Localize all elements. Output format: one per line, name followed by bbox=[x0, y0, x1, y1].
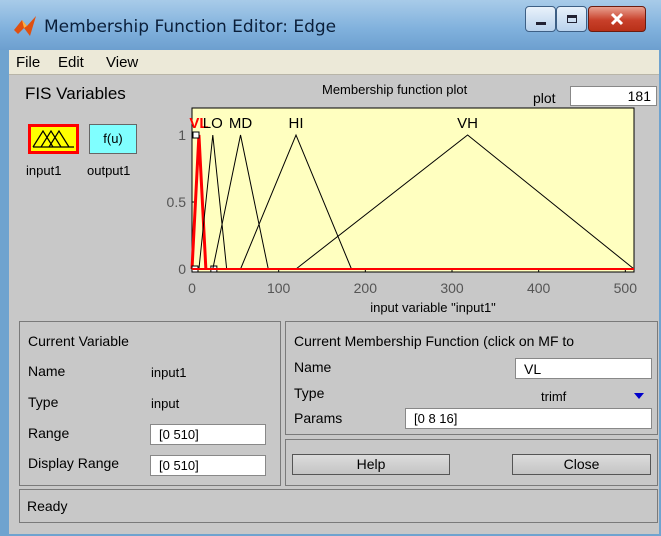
mf-label-lo: LO bbox=[203, 115, 223, 132]
current-variable-title: Current Variable bbox=[28, 333, 129, 349]
window-title: Membership Function Editor: Edge bbox=[44, 17, 337, 37]
x-tick-label: 400 bbox=[527, 280, 551, 296]
variable-type-value: input bbox=[151, 396, 180, 411]
display-range-input[interactable]: [0 510] bbox=[150, 455, 266, 476]
mf-label-hi: HI bbox=[289, 115, 304, 132]
mf-params-input[interactable]: [0 8 16] bbox=[405, 408, 652, 429]
y-tick-label: 1 bbox=[178, 127, 186, 143]
display-range-label: Display Range bbox=[28, 455, 120, 471]
matlab-icon bbox=[14, 16, 36, 36]
x-axis-label: input variable "input1" bbox=[370, 300, 496, 315]
close-icon bbox=[610, 12, 624, 26]
mf-editor-window: Membership Function Editor: Edge File Ed… bbox=[0, 0, 661, 536]
mf-type-label: Type bbox=[294, 385, 325, 401]
current-variable-panel: Current Variable Name input1 Type input … bbox=[19, 321, 281, 486]
help-button[interactable]: Help bbox=[292, 454, 450, 475]
status-bar: Ready bbox=[19, 489, 658, 523]
maximize-button[interactable] bbox=[556, 6, 587, 32]
variable-name-value: input1 bbox=[151, 365, 187, 380]
mf-name-label: Name bbox=[294, 359, 332, 375]
mf-params-label: Params bbox=[294, 410, 343, 426]
client-area: File Edit View FIS Variables f(u) input1… bbox=[9, 50, 659, 534]
close-button[interactable]: Close bbox=[512, 454, 651, 475]
mf-name-input[interactable]: VL bbox=[515, 358, 652, 379]
minimize-button[interactable] bbox=[525, 6, 556, 32]
plot-background bbox=[191, 107, 635, 273]
button-panel: Help Close bbox=[285, 439, 658, 486]
mf-label-vh: VH bbox=[457, 115, 478, 132]
x-tick-label: 100 bbox=[267, 280, 291, 296]
mf-type-value: trimf bbox=[541, 389, 567, 404]
chevron-down-icon bbox=[634, 393, 644, 399]
variable-name-label: Name bbox=[28, 363, 66, 379]
maximize-icon bbox=[566, 15, 577, 23]
status-text: Ready bbox=[27, 498, 68, 514]
current-mf-title: Current Membership Function (click on MF… bbox=[294, 333, 575, 349]
membership-function-plot[interactable]: 0 100 200 300 400 50000.51VLLO MD HI VHinput var… bbox=[9, 50, 659, 320]
range-input[interactable]: [0 510] bbox=[150, 424, 266, 445]
x-tick-label: 500 bbox=[614, 280, 638, 296]
mf-type-select[interactable]: trimf bbox=[515, 383, 652, 407]
variable-type-label: Type bbox=[28, 394, 59, 410]
x-tick-label: 200 bbox=[354, 280, 378, 296]
x-tick-label: 300 bbox=[440, 280, 464, 296]
mf-label-md: MD bbox=[229, 115, 252, 132]
y-tick-label: 0.5 bbox=[167, 194, 187, 210]
title-bar[interactable]: Membership Function Editor: Edge bbox=[0, 0, 661, 50]
minimize-icon bbox=[535, 21, 546, 25]
range-label: Range bbox=[28, 425, 70, 441]
current-mf-panel: Current Membership Function (click on MF… bbox=[285, 321, 658, 435]
y-tick-label: 0 bbox=[178, 261, 186, 277]
close-window-button[interactable] bbox=[588, 6, 646, 32]
mf-handle bbox=[192, 131, 200, 139]
x-tick-label: 0 bbox=[188, 280, 196, 296]
